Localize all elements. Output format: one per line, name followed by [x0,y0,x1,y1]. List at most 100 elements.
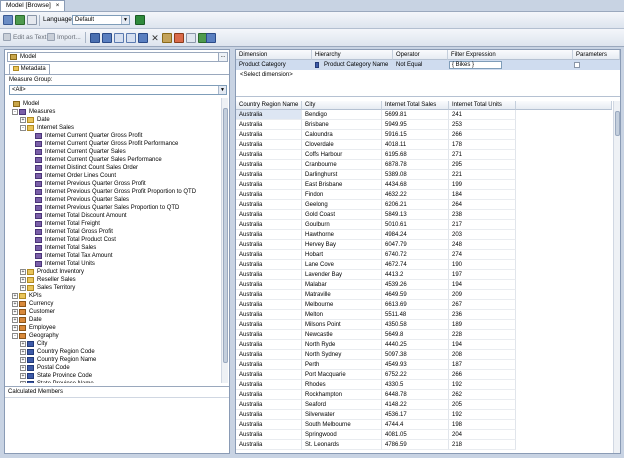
grid-header-city[interactable]: City [302,101,382,110]
table-row[interactable]: Australia Port Macquarie 6752.22 266 [236,370,612,380]
tree-item[interactable]: Internet Distinct Count Sales Order [5,164,219,172]
expand-icon[interactable]: + [12,325,18,331]
parameters-checkbox[interactable] [574,62,580,68]
cell-city[interactable]: Hobart [302,250,382,260]
delete-icon[interactable]: ✕ [150,33,160,43]
cell-units[interactable]: 190 [449,260,516,270]
cell-units[interactable]: 217 [449,220,516,230]
tree-item[interactable]: Internet Total Gross Profit [5,228,219,236]
table-row[interactable]: Australia Malabar 4539.26 194 [236,280,612,290]
tree-item[interactable]: Internet Current Quarter Sales [5,148,219,156]
expand-icon[interactable]: + [12,293,18,299]
cell-city[interactable]: Hervey Bay [302,240,382,250]
cell-sales[interactable]: 6206.21 [382,200,449,210]
cell-units[interactable]: 205 [449,400,516,410]
expand-icon[interactable]: + [20,117,26,123]
table-row[interactable]: Australia Caloundra 5916.15 266 [236,130,612,140]
filter-row[interactable]: Product Category Product Category Name N… [236,60,620,70]
cell-units[interactable]: 262 [449,390,516,400]
cell-units[interactable]: 187 [449,360,516,370]
cell-units[interactable]: 267 [449,300,516,310]
table-row[interactable]: Australia North Sydney 5097.38 208 [236,350,612,360]
cube-selector[interactable]: Model [7,52,227,62]
cell-units[interactable]: 266 [449,370,516,380]
collapse-icon[interactable]: - [12,333,18,339]
grid-header-sales[interactable]: Internet Total Sales [382,101,449,110]
table-row[interactable]: Australia Lane Cove 4672.74 190 [236,260,612,270]
expand-icon[interactable]: + [20,381,26,383]
cell-units[interactable]: 274 [449,250,516,260]
cell-country[interactable]: Australia [236,370,302,380]
table-row[interactable]: Australia Darlinghurst 5389.08 221 [236,170,612,180]
close-tab-icon[interactable]: × [56,2,60,9]
cell-country[interactable]: Australia [236,360,302,370]
cell-city[interactable]: Cloverdale [302,140,382,150]
cell-units[interactable]: 194 [449,340,516,350]
cell-units[interactable]: 236 [449,310,516,320]
table-row[interactable]: Australia Melbourne 6613.69 267 [236,300,612,310]
collapse-icon[interactable]: - [20,125,26,131]
table-row[interactable]: Australia Seaford 4148.22 205 [236,400,612,410]
tree-item[interactable]: Internet Total Freight [5,220,219,228]
cell-sales[interactable]: 5916.15 [382,130,449,140]
measure-group-select[interactable]: <All> ▼ [9,85,227,95]
tree-item[interactable]: + Postal Code [5,364,219,372]
table-row[interactable]: Australia Hawthorne 4984.24 203 [236,230,612,240]
cell-country[interactable]: Australia [236,150,302,160]
tree-item[interactable]: + Reseller Sales [5,276,219,284]
cell-country[interactable]: Australia [236,140,302,150]
table-row[interactable]: Australia Perth 4549.93 187 [236,360,612,370]
cell-units[interactable]: 189 [449,320,516,330]
cell-units[interactable]: 253 [449,120,516,130]
expand-icon[interactable]: + [20,277,26,283]
expand-icon[interactable]: + [20,269,26,275]
cell-city[interactable]: Springwood [302,430,382,440]
expand-icon[interactable]: + [20,373,26,379]
tree-scrollbar[interactable] [221,98,228,383]
expand-icon[interactable]: + [20,341,26,347]
cancel-icon[interactable] [174,33,184,43]
tree-item[interactable]: + Date [5,116,219,124]
cell-sales[interactable]: 5849.13 [382,210,449,220]
tree-item[interactable]: - Measures [5,108,219,116]
cell-country[interactable]: Australia [236,230,302,240]
cell-units[interactable]: 266 [449,130,516,140]
cell-city[interactable]: Goulburn [302,220,382,230]
cell-sales[interactable]: 6740.72 [382,250,449,260]
grid-scrollbar[interactable] [613,101,620,453]
cell-country[interactable]: Australia [236,330,302,340]
cell-city[interactable]: Melbourne [302,300,382,310]
tree-item[interactable]: Internet Current Quarter Sales Performan… [5,156,219,164]
table-row[interactable]: Australia Coffs Harbour 6195.68 271 [236,150,612,160]
cell-city[interactable]: Coffs Harbour [302,150,382,160]
cell-units[interactable]: 221 [449,170,516,180]
execute-icon[interactable] [186,33,196,43]
cell-city[interactable]: Cranbourne [302,160,382,170]
cell-sales[interactable]: 4440.25 [382,340,449,350]
cell-city[interactable]: St. Leonards [302,440,382,450]
cell-units[interactable]: 197 [449,270,516,280]
results-grid[interactable]: Country Region Name City Internet Total Sa… [236,101,612,453]
tree-item[interactable]: Internet Order Lines Count [5,172,219,180]
edit-as-text-button[interactable]: Edit as Text [13,33,46,43]
cell-sales[interactable]: 4536.17 [382,410,449,420]
cell-sales[interactable]: 4330.5 [382,380,449,390]
expand-icon[interactable]: + [20,357,26,363]
cell-country[interactable]: Australia [236,160,302,170]
table-row[interactable]: Australia North Ryde 4440.25 194 [236,340,612,350]
cell-city[interactable]: South Melbourne [302,420,382,430]
cell-city[interactable]: Brisbane [302,120,382,130]
query-mode-icon[interactable] [102,33,112,43]
cell-sales[interactable]: 5097.38 [382,350,449,360]
table-row[interactable]: Australia Goulburn 5010.61 217 [236,220,612,230]
browse-cube-button[interactable]: ... [218,52,228,62]
collapse-icon[interactable]: - [12,109,18,115]
cell-country[interactable]: Australia [236,430,302,440]
cell-sales[interactable]: 6047.79 [382,240,449,250]
table-row[interactable]: Australia Rockhampton 6448.78 262 [236,390,612,400]
cell-sales[interactable]: 5649.8 [382,330,449,340]
cell-country[interactable]: Australia [236,260,302,270]
cell-sales[interactable]: 6195.68 [382,150,449,160]
table-row[interactable]: Australia Cloverdale 4018.11 178 [236,140,612,150]
cell-sales[interactable]: 5389.08 [382,170,449,180]
